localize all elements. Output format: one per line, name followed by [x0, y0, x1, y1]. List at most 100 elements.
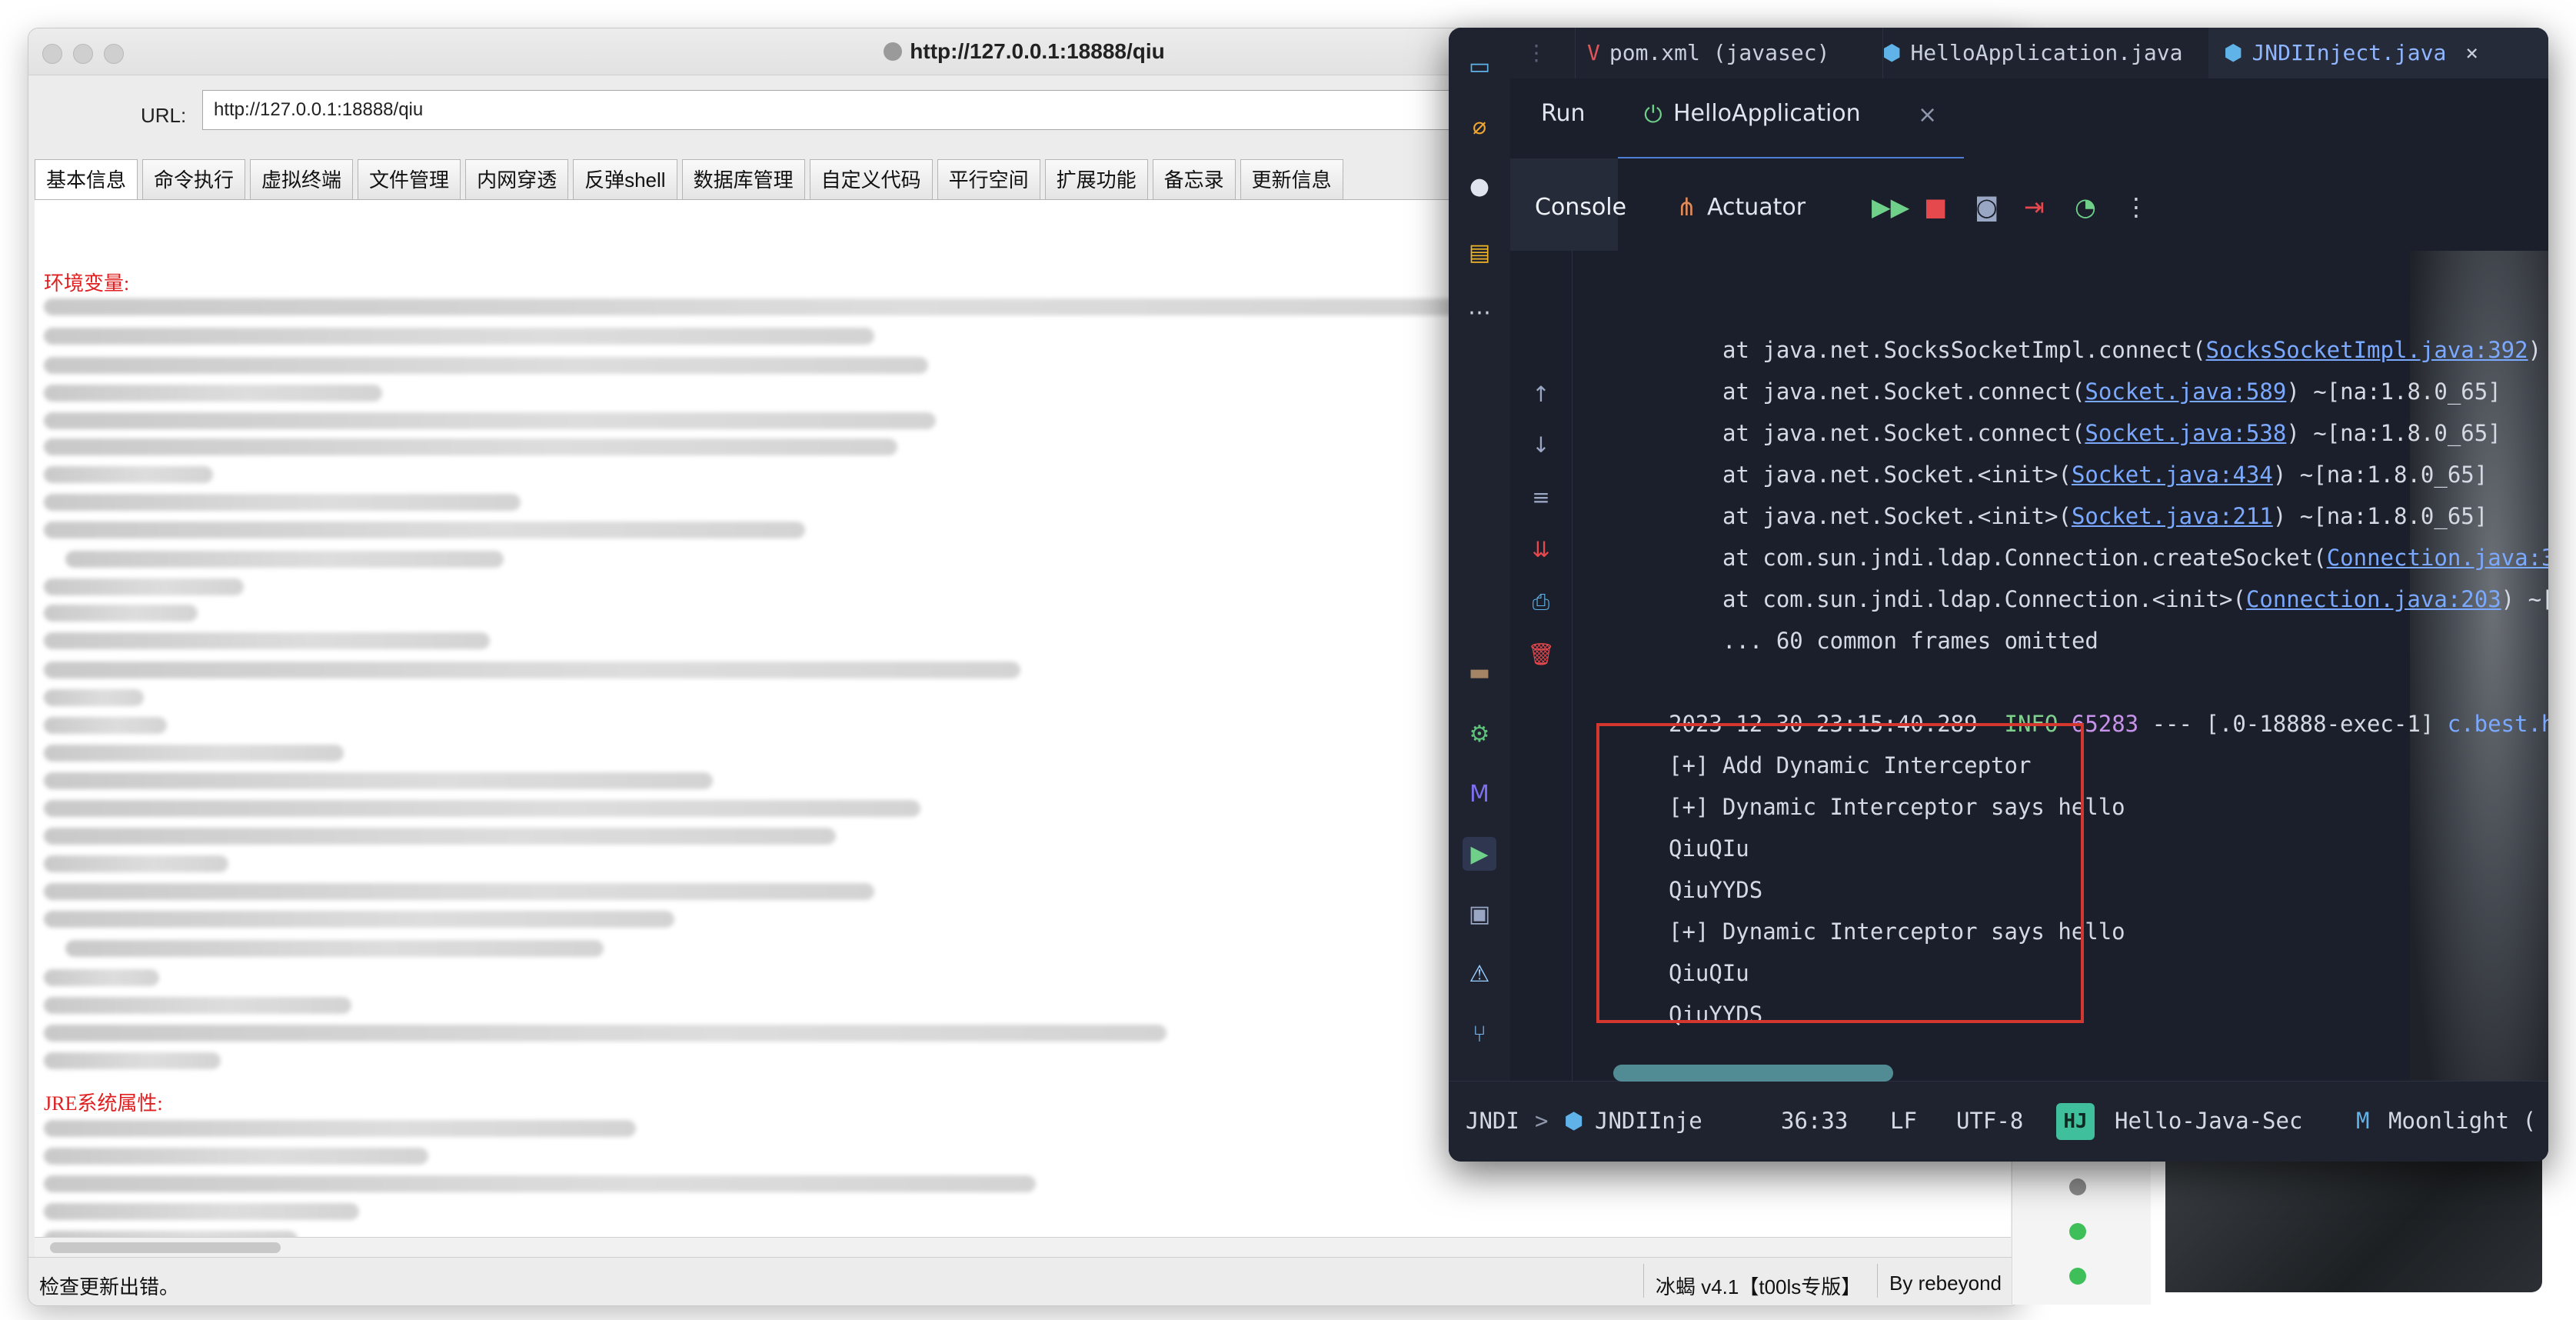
- console-label: Console: [1535, 194, 1627, 221]
- spring-run-icon: ⏻: [1644, 102, 1662, 128]
- soft-wrap-icon[interactable]: ≡: [1526, 485, 1556, 515]
- project-badge: HJ: [2056, 1103, 2095, 1140]
- tab-file-manager[interactable]: 文件管理: [358, 159, 461, 199]
- problems-icon[interactable]: ⚠: [1463, 957, 1496, 991]
- run-config-label: HelloApplication: [1673, 100, 1861, 127]
- console-horizontal-scrollbar[interactable]: [1613, 1065, 1893, 1082]
- java-class-icon: ⬢: [2224, 40, 2243, 65]
- tab-database-manager[interactable]: 数据库管理: [681, 159, 805, 199]
- version-label: 冰蝎 v4.1【t00ls专版】: [1656, 1275, 1862, 1298]
- status-message: 检查更新出错。: [39, 1275, 180, 1298]
- tab-parallel-space[interactable]: 平行空间: [937, 159, 1040, 199]
- profiler-icon[interactable]: ◔: [2075, 192, 2096, 222]
- line-separator[interactable]: LF: [1890, 1108, 1917, 1134]
- url-label: URL:: [141, 104, 187, 127]
- stop-icon[interactable]: ■: [1924, 192, 1947, 222]
- jre-props-title: JRE系统属性:: [44, 1092, 163, 1115]
- screenshot-icon[interactable]: ◙: [1975, 192, 1999, 222]
- actuator-icon: ⋔: [1676, 192, 1697, 222]
- tab-jndi-inject[interactable]: ⬢ JNDIInject.java ×: [2208, 28, 2548, 78]
- java-app-icon: [884, 42, 903, 61]
- arrow-down-icon[interactable]: ↓: [1526, 432, 1556, 463]
- tab-hello-application[interactable]: ⬢ HelloApplication.java: [1867, 28, 2225, 78]
- status-divider: [1643, 1264, 1644, 1298]
- stack-line: at java.net.Socket.connect(Socket.java:5…: [1722, 420, 2501, 446]
- run-config-tab[interactable]: ⏻ HelloApplication ×: [1618, 78, 1964, 160]
- source-link[interactable]: Socket.java:589: [2085, 378, 2286, 405]
- stack-line: at com.sun.jndi.ldap.Connection.createSo…: [1722, 545, 2548, 571]
- breadcrumb-separator: >: [1535, 1108, 1549, 1134]
- source-link[interactable]: Socket.java:211: [2072, 503, 2273, 529]
- close-tab-icon[interactable]: ×: [2465, 40, 2478, 65]
- stack-line: at java.net.Socket.<init>(Socket.java:43…: [1722, 462, 2488, 488]
- bookmarks-icon[interactable]: ▬: [1463, 655, 1496, 689]
- status-dot: [2069, 1268, 2086, 1285]
- tab-actuator[interactable]: Actuator: [1707, 194, 1806, 221]
- background-app-strip: [2012, 1154, 2151, 1305]
- maven-icon[interactable]: M: [1463, 777, 1496, 811]
- services-gear-icon[interactable]: ⚙: [1463, 717, 1496, 751]
- env-vars-title: 环境变量:: [44, 272, 130, 295]
- exit-icon[interactable]: ⇥: [2024, 192, 2045, 222]
- tab-reverse-shell[interactable]: 反弹shell: [573, 159, 677, 199]
- source-link[interactable]: Connection.java:363: [2327, 545, 2548, 571]
- git-branch-icon[interactable]: ⑂: [1463, 1017, 1496, 1051]
- stack-line: at com.sun.jndi.ldap.Connection.<init>(C…: [1722, 586, 2548, 612]
- tab-virtual-terminal[interactable]: 虚拟终端: [250, 159, 354, 199]
- tab-intranet-tunnel[interactable]: 内网穿透: [465, 159, 569, 199]
- tab-pom-xml[interactable]: Vpom.xml (javasec): [1572, 28, 1883, 78]
- breadcrumb-class[interactable]: JNDIInje: [1595, 1108, 1702, 1134]
- commit-icon[interactable]: ⌀: [1463, 109, 1496, 143]
- highlight-annotation-box: [1596, 723, 2084, 1023]
- background-wallpaper: [2165, 1154, 2542, 1292]
- feature-tabs: 基本信息 命令执行 虚拟终端 文件管理 内网穿透 反弹shell 数据库管理 自…: [35, 159, 1348, 202]
- close-run-tab-icon[interactable]: ×: [1918, 102, 1937, 128]
- console-toolbar: Console ⋔ Actuator ▶▶ ■ ◙ ⇥ ◔ ⋮: [1510, 158, 2548, 251]
- theme-icon: M: [2356, 1108, 2370, 1134]
- java-class-icon: ⬢: [1564, 1108, 1584, 1134]
- github-icon[interactable]: ●: [1463, 169, 1496, 203]
- source-link[interactable]: Socket.java:538: [2085, 420, 2286, 446]
- horizontal-scrollbar[interactable]: [35, 1237, 2011, 1258]
- tab-memo[interactable]: 备忘录: [1152, 159, 1236, 199]
- scroll-to-end-icon[interactable]: ⇊: [1526, 537, 1556, 568]
- rerun-icon[interactable]: ▶▶: [1872, 192, 1909, 222]
- clear-console-icon[interactable]: 🗑: [1526, 642, 1556, 672]
- source-link[interactable]: Socket.java:434: [2072, 462, 2273, 488]
- stack-line: at java.net.Socket.<init>(Socket.java:21…: [1722, 503, 2488, 529]
- tab-basic-info[interactable]: 基本信息: [35, 159, 138, 199]
- terminal-icon[interactable]: ▣: [1463, 897, 1496, 931]
- tab-command-exec[interactable]: 命令执行: [142, 159, 246, 199]
- omitted-frames-line: ... 60 common frames omitted: [1722, 628, 2098, 654]
- tab-update-info[interactable]: 更新信息: [1240, 159, 1343, 199]
- tab-extensions[interactable]: 扩展功能: [1044, 159, 1148, 199]
- status-dot: [2069, 1223, 2086, 1240]
- tab-custom-code[interactable]: 自定义代码: [809, 159, 933, 199]
- theme-name[interactable]: Moonlight (: [2388, 1108, 2536, 1134]
- arrow-up-icon[interactable]: ↑: [1526, 382, 1556, 412]
- source-link[interactable]: Connection.java:203: [2246, 586, 2501, 612]
- run-tool-icon[interactable]: ▶: [1463, 837, 1496, 871]
- project-name[interactable]: Hello-Java-Sec: [2115, 1108, 2302, 1134]
- file-encoding[interactable]: UTF-8: [1956, 1108, 2023, 1134]
- scrollbar-thumb[interactable]: [50, 1242, 281, 1253]
- caret-position[interactable]: 36:33: [1781, 1108, 1848, 1134]
- maven-icon: V: [1587, 40, 1600, 65]
- tab-overflow[interactable]: ⋮: [1510, 28, 1576, 78]
- structure-icon[interactable]: ▤: [1463, 235, 1496, 269]
- run-tool-header: Run ⏻ HelloApplication ×: [1510, 78, 2548, 160]
- project-icon[interactable]: ▭: [1463, 49, 1496, 83]
- more-options-icon[interactable]: ⋮: [2124, 192, 2148, 222]
- breadcrumb-package[interactable]: JNDI: [1466, 1108, 1519, 1134]
- java-class-icon: ⬢: [1882, 40, 1902, 65]
- status-dot: [2069, 1178, 2086, 1195]
- stack-line: at java.net.Socket.connect(Socket.java:5…: [1722, 378, 2501, 405]
- status-divider: [1877, 1264, 1878, 1298]
- run-label: Run: [1541, 100, 1586, 127]
- console-gutter: ↑ ↓ ≡ ⇊ ⎙ 🗑: [1510, 251, 1573, 1082]
- print-icon[interactable]: ⎙: [1526, 589, 1556, 620]
- tab-console[interactable]: Console: [1510, 158, 1626, 251]
- source-link[interactable]: SocksSocketImpl.java:392: [2206, 337, 2528, 363]
- editor-tab-bar: ⋮ Vpom.xml (javasec) ⬢ HelloApplication.j…: [1510, 28, 2548, 79]
- more-tools-icon[interactable]: ⋯: [1463, 295, 1496, 329]
